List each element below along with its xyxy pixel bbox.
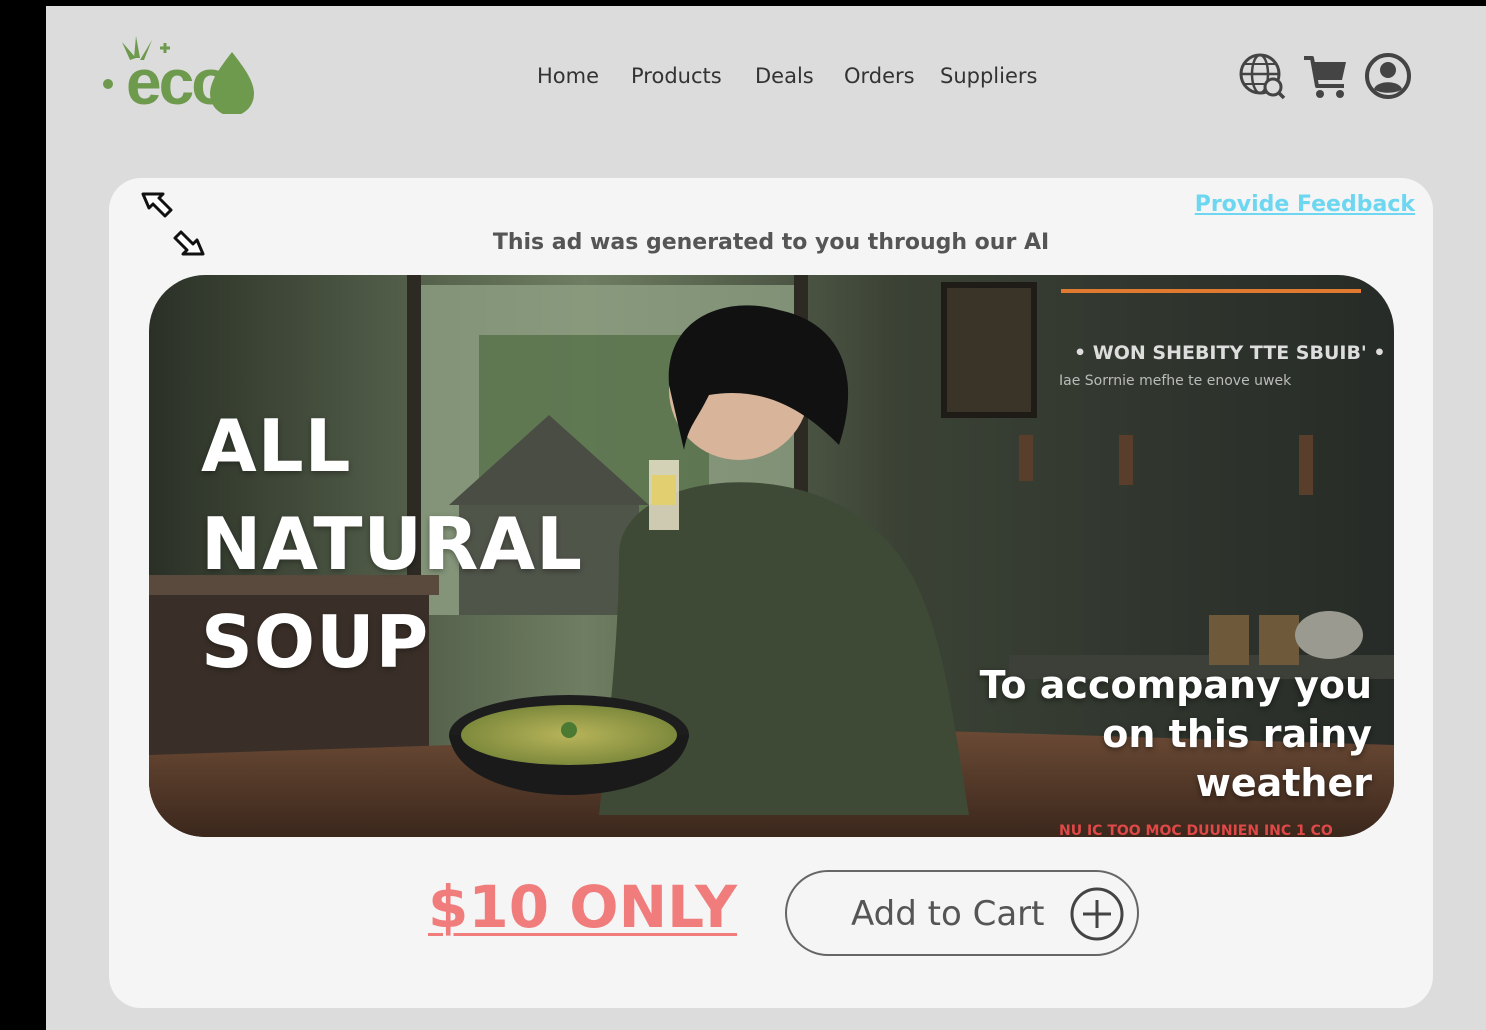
globe-search-icon[interactable] — [1236, 50, 1288, 102]
page: eco Home Products Deals Orders Suppliers — [46, 6, 1486, 1030]
ad-tagline: To accompany you on this rainy weather — [980, 661, 1372, 808]
headline-line-3: SOUP — [201, 600, 430, 684]
tagline-line-2: on this rainy — [1102, 712, 1372, 756]
ad-card: Provide Feedback This ad was generated t… — [109, 178, 1433, 1008]
nav-deals[interactable]: Deals — [755, 64, 814, 88]
nav-suppliers[interactable]: Suppliers — [940, 64, 1037, 88]
tagline-line-1: To accompany you — [979, 663, 1372, 707]
ad-headline: ALL NATURAL SOUP — [201, 397, 583, 691]
headline-line-2: NATURAL — [201, 502, 584, 586]
provide-feedback-link[interactable]: Provide Feedback — [1195, 192, 1415, 217]
price-link[interactable]: $10 ONLY — [428, 873, 737, 941]
nav-home[interactable]: Home — [537, 64, 599, 88]
svg-text:• WON SHEBITY TTE SBUIB' •: • WON SHEBITY TTE SBUIB' • — [1074, 342, 1386, 364]
svg-text:NU IC TOO MOC DUUNIEN INC 1 CO: NU IC TOO MOC DUUNIEN INC 1 CO — [1059, 823, 1333, 837]
logo-text: eco — [126, 46, 230, 118]
add-to-cart-label: Add to Cart — [851, 894, 1045, 934]
headline-line-1: ALL — [201, 404, 352, 488]
nav-orders[interactable]: Orders — [844, 64, 915, 88]
plus-circle-icon — [1070, 887, 1124, 941]
nav-products[interactable]: Products — [631, 64, 722, 88]
svg-text:Iae Sorrnie mefhe te enove uwe: Iae Sorrnie mefhe te enove uwek — [1059, 373, 1292, 389]
add-to-cart-button[interactable]: Add to Cart — [785, 870, 1139, 956]
ai-generated-note: This ad was generated to you through our… — [492, 230, 1050, 255]
ad-banner-image[interactable]: • WON SHEBITY TTE SBUIB' • Iae Sorrnie m… — [149, 275, 1394, 837]
tagline-line-3: weather — [1195, 761, 1372, 805]
user-account-icon[interactable] — [1362, 50, 1414, 102]
eco-logo[interactable]: eco — [100, 28, 260, 118]
cart-icon[interactable] — [1300, 50, 1352, 102]
